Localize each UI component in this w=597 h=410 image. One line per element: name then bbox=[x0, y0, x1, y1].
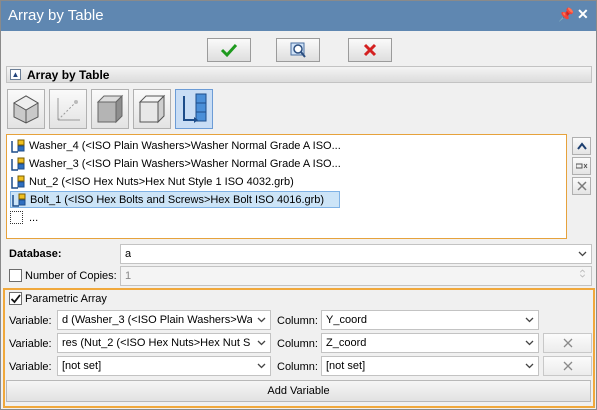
variable-select[interactable]: d (Washer_3 (<ISO Plain Washers>Wa bbox=[57, 310, 271, 330]
array-item-icon bbox=[11, 139, 25, 153]
variable-value: d (Washer_3 (<ISO Plain Washers>Wa bbox=[62, 314, 252, 326]
parametric-label: Parametric Array bbox=[25, 293, 107, 305]
action-bar bbox=[1, 31, 596, 67]
variable-label: Variable: bbox=[9, 338, 52, 350]
variable-label: Variable: bbox=[9, 315, 52, 327]
collapse-icon[interactable]: ▲ bbox=[10, 69, 21, 80]
ok-button[interactable] bbox=[207, 38, 251, 62]
list-item-label: Bolt_1 (<ISO Hex Bolts and Screws>Hex Bo… bbox=[30, 194, 325, 206]
cancel-x-icon bbox=[363, 43, 377, 57]
spinner-arrows-icon bbox=[580, 269, 585, 278]
column-label: Column: bbox=[277, 361, 318, 373]
cube-shaded-tool[interactable] bbox=[91, 89, 129, 129]
column-select[interactable]: [not set] bbox=[321, 356, 539, 376]
variable-select[interactable]: [not set] bbox=[57, 356, 271, 376]
cube-iso-tool[interactable] bbox=[7, 89, 45, 129]
array-item-icon bbox=[11, 175, 25, 189]
remove-variable-button[interactable] bbox=[543, 356, 592, 376]
pin-icon[interactable]: 📌 bbox=[558, 7, 574, 23]
column-value: Z_coord bbox=[326, 337, 367, 349]
cube-iso-icon bbox=[13, 95, 39, 124]
list-item-selected[interactable]: Bolt_1 (<ISO Hex Bolts and Screws>Hex Bo… bbox=[10, 191, 340, 208]
array-by-table-window: Array by Table 📌 ✕ ▲ Array by Table Wash… bbox=[0, 0, 597, 410]
array-item-icon bbox=[11, 157, 25, 171]
list-item-label: Washer_4 (<ISO Plain Washers>Washer Norm… bbox=[29, 140, 341, 152]
components-list[interactable]: Washer_4 (<ISO Plain Washers>Washer Norm… bbox=[6, 134, 567, 239]
chevron-down-icon bbox=[525, 317, 534, 323]
array-item-icon bbox=[12, 193, 26, 207]
window-title: Array by Table bbox=[8, 7, 104, 24]
close-icon bbox=[576, 181, 587, 191]
chevron-down-icon bbox=[257, 363, 266, 369]
preview-button[interactable] bbox=[276, 38, 320, 62]
section-header[interactable]: ▲ Array by Table bbox=[6, 66, 592, 83]
remove-item-button[interactable] bbox=[572, 177, 591, 195]
cube-outline-tool[interactable] bbox=[133, 89, 171, 129]
variable-value: res (Nut_2 (<ISO Hex Nuts>Hex Nut S bbox=[62, 337, 251, 349]
title-bar: Array by Table 📌 ✕ bbox=[1, 1, 596, 31]
unlink-icon bbox=[575, 163, 587, 169]
list-item-label: Washer_3 (<ISO Plain Washers>Washer Norm… bbox=[29, 158, 341, 170]
chevron-down-icon bbox=[525, 340, 534, 346]
section-title: Array by Table bbox=[27, 68, 110, 82]
table-array-icon bbox=[183, 93, 207, 123]
column-select[interactable]: Y_coord bbox=[321, 310, 539, 330]
axis-path-tool[interactable] bbox=[49, 89, 87, 129]
cube-shaded-icon bbox=[96, 94, 124, 124]
remove-variable-button[interactable] bbox=[543, 333, 592, 353]
unlink-button[interactable] bbox=[572, 157, 591, 175]
cube-outline-icon bbox=[138, 94, 166, 124]
copies-spinner[interactable]: 1 bbox=[120, 266, 592, 286]
chevron-down-icon bbox=[257, 317, 266, 323]
move-up-button[interactable] bbox=[572, 137, 591, 155]
column-value: [not set] bbox=[326, 360, 366, 372]
chevron-down-icon bbox=[257, 340, 266, 346]
close-icon[interactable]: ✕ bbox=[577, 6, 589, 23]
checkmark-icon bbox=[220, 43, 238, 58]
variable-value: [not set] bbox=[62, 360, 102, 372]
copies-checkbox[interactable] bbox=[9, 269, 22, 282]
column-select[interactable]: Z_coord bbox=[321, 333, 539, 353]
empty-slot-icon bbox=[10, 211, 23, 224]
checkmark-icon bbox=[10, 294, 21, 304]
list-item-label: Nut_2 (<ISO Hex Nuts>Hex Nut Style 1 ISO… bbox=[29, 176, 294, 188]
parametric-checkbox[interactable] bbox=[9, 292, 22, 305]
cancel-button[interactable] bbox=[348, 38, 392, 62]
close-icon bbox=[563, 361, 572, 371]
column-value: Y_coord bbox=[326, 314, 367, 326]
list-item-placeholder: ... bbox=[29, 212, 39, 224]
database-select[interactable]: a bbox=[120, 244, 592, 264]
preview-icon bbox=[290, 42, 306, 58]
copies-label: Number of Copies: bbox=[25, 270, 117, 282]
chevron-up-icon bbox=[576, 142, 587, 150]
database-value: a bbox=[125, 248, 132, 260]
axis-path-icon bbox=[57, 98, 80, 121]
chevron-down-icon bbox=[578, 251, 587, 257]
column-label: Column: bbox=[277, 315, 318, 327]
variable-select[interactable]: res (Nut_2 (<ISO Hex Nuts>Hex Nut S bbox=[57, 333, 271, 353]
chevron-down-icon bbox=[525, 363, 534, 369]
database-label: Database: bbox=[9, 248, 62, 260]
table-array-tool[interactable] bbox=[175, 89, 213, 129]
variable-label: Variable: bbox=[9, 361, 52, 373]
copies-value: 1 bbox=[125, 270, 132, 282]
column-label: Column: bbox=[277, 338, 318, 350]
close-icon bbox=[563, 338, 572, 348]
add-variable-button[interactable]: Add Variable bbox=[6, 380, 591, 402]
